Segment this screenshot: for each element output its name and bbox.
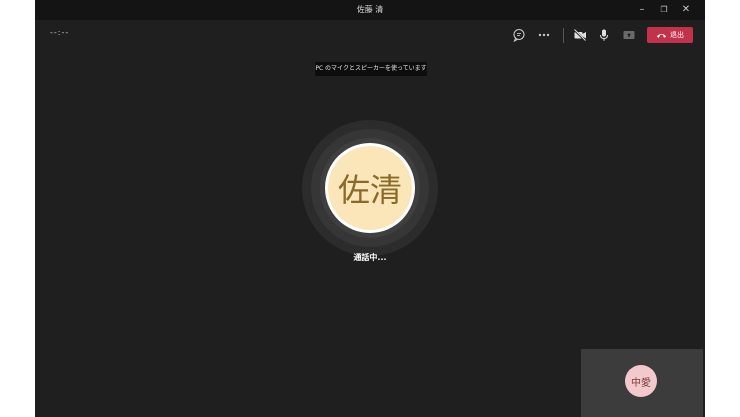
title-bar: 佐藤 清 – ❐ ✕	[35, 0, 705, 20]
audio-device-notice: PC のマイクとスピーカーを使っています	[315, 62, 427, 76]
microphone-icon[interactable]	[596, 27, 612, 43]
call-toolbar: --:-- 退出	[35, 20, 705, 50]
minimize-button[interactable]: –	[631, 0, 653, 20]
more-options-icon[interactable]	[536, 27, 552, 43]
callee-avatar: 佐清	[328, 146, 412, 230]
self-view-tile: 中愛	[581, 349, 703, 417]
maximize-button[interactable]: ❐	[653, 0, 675, 20]
chat-icon[interactable]	[511, 27, 527, 43]
self-avatar: 中愛	[625, 365, 657, 397]
toolbar-divider	[563, 28, 564, 43]
camera-off-icon[interactable]	[572, 27, 588, 43]
window-title: 佐藤 清	[356, 5, 384, 14]
call-window: 佐藤 清 – ❐ ✕ --:-- 退出 PC のマイクとスピーカーを使っています…	[35, 0, 705, 417]
hang-up-icon	[656, 34, 667, 38]
leave-call-label: 退出	[670, 31, 684, 39]
call-status: 通話中...	[353, 253, 387, 262]
leave-call-button[interactable]: 退出	[647, 27, 693, 43]
share-screen-icon[interactable]	[621, 27, 637, 43]
close-button[interactable]: ✕	[675, 0, 697, 20]
call-timer: --:--	[50, 28, 70, 37]
